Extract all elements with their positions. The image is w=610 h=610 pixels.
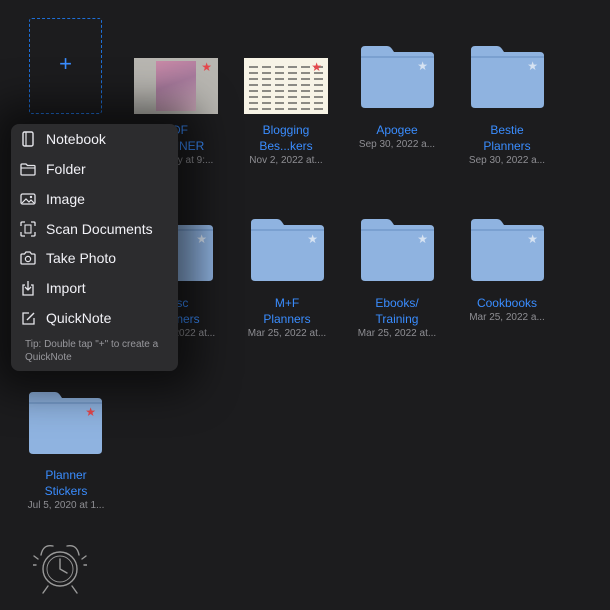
- folder-icon: [20, 161, 36, 177]
- stickers-folder-icon[interactable]: ★: [29, 392, 102, 454]
- star-icon: ★: [307, 232, 318, 246]
- apogee-item[interactable]: Apogee Sep 30, 2022 a...: [347, 122, 447, 151]
- menu-item-quicknote[interactable]: QuickNote: [11, 305, 178, 331]
- pdf-planner-thumbnail[interactable]: ★: [134, 58, 218, 114]
- camera-icon: [20, 250, 36, 266]
- menu-item-label: Image: [46, 191, 85, 207]
- bestie-folder-icon[interactable]: ★: [471, 46, 544, 108]
- blogging-item[interactable]: Blogging Bes...kers Nov 2, 2022 at...: [236, 122, 336, 167]
- favorite-star-icon: ★: [201, 60, 212, 74]
- item-date: Sep 30, 2022 a...: [358, 139, 436, 150]
- menu-item-label: Scan Documents: [46, 221, 153, 237]
- mf-item[interactable]: M+F Planners Mar 25, 2022 at...: [237, 295, 337, 340]
- menu-item-folder[interactable]: Folder: [11, 156, 178, 182]
- star-icon: ★: [196, 232, 207, 246]
- star-icon: ★: [527, 232, 538, 246]
- item-name: Ebooks/ Training: [375, 296, 419, 326]
- item-date: Nov 2, 2022 at...: [249, 155, 323, 166]
- alarm-clock-icon: [33, 545, 87, 594]
- menu-item-label: Take Photo: [46, 250, 117, 266]
- item-name: Planner Stickers: [44, 468, 88, 498]
- menu-item-label: Notebook: [46, 131, 106, 147]
- menu-item-import[interactable]: Import: [11, 275, 178, 301]
- blogging-thumbnail[interactable]: ★: [244, 58, 328, 114]
- item-date: Mar 25, 2022 a...: [469, 312, 545, 323]
- new-item-menu: Notebook Folder Image Scan Documents Tak…: [11, 124, 178, 371]
- favorite-star-icon: ★: [311, 60, 322, 74]
- menu-item-scan-documents[interactable]: Scan Documents: [11, 216, 178, 242]
- ebooks-folder-icon[interactable]: ★: [361, 219, 434, 281]
- item-name: Blogging Bes...kers: [259, 123, 313, 153]
- scan-icon: [20, 221, 36, 237]
- image-icon: [20, 191, 36, 207]
- menu-item-image[interactable]: Image: [11, 186, 178, 212]
- cookbooks-folder-icon[interactable]: ★: [471, 219, 544, 281]
- bestie-item[interactable]: Bestie Planners Sep 30, 2022 a...: [457, 122, 557, 167]
- apogee-folder-icon[interactable]: ★: [361, 46, 434, 108]
- item-date: Mar 25, 2022 at...: [247, 328, 327, 339]
- mf-folder-icon[interactable]: ★: [251, 219, 324, 281]
- item-date: Mar 25, 2022 at...: [357, 328, 437, 339]
- menu-item-notebook[interactable]: Notebook: [11, 126, 178, 152]
- plus-icon: +: [59, 51, 72, 76]
- star-icon: ★: [417, 59, 428, 73]
- favorite-star-icon: ★: [85, 405, 96, 419]
- star-icon: ★: [417, 232, 428, 246]
- item-name: Apogee: [376, 123, 418, 137]
- stickers-item[interactable]: Planner Stickers Jul 5, 2020 at 1...: [16, 467, 116, 512]
- item-name: Bestie Planners: [483, 123, 531, 153]
- menu-item-take-photo[interactable]: Take Photo: [11, 245, 178, 271]
- ebooks-item[interactable]: Ebooks/ Training Mar 25, 2022 at...: [347, 295, 447, 340]
- menu-item-label: QuickNote: [46, 310, 112, 326]
- menu-item-label: Folder: [46, 161, 86, 177]
- item-date: Jul 5, 2020 at 1...: [27, 500, 105, 511]
- item-name: M+F Planners: [263, 296, 311, 326]
- item-date: Sep 30, 2022 a...: [468, 155, 546, 166]
- menu-tip: Tip: Double tap "+" to create a QuickNot…: [25, 339, 159, 363]
- menu-item-label: Import: [46, 280, 86, 296]
- item-name: Cookbooks: [476, 296, 538, 310]
- quicknote-icon: [20, 310, 36, 326]
- cookbooks-item[interactable]: Cookbooks Mar 25, 2022 a...: [457, 295, 557, 324]
- notebook-icon: [20, 131, 36, 147]
- star-icon: ★: [527, 59, 538, 73]
- import-icon: [20, 280, 36, 296]
- add-new-button[interactable]: +: [29, 18, 102, 114]
